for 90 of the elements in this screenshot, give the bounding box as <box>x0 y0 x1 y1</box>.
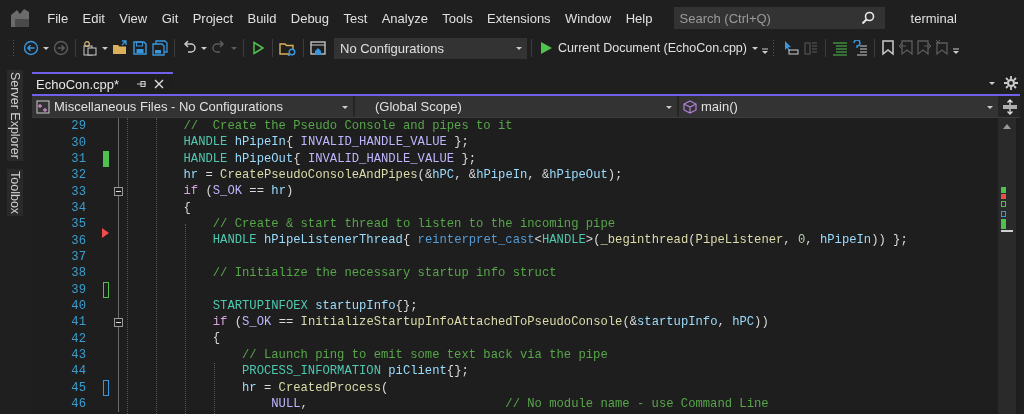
line-number: 34 <box>70 200 86 215</box>
line-number: 40 <box>70 298 86 313</box>
collapse-icon[interactable] <box>114 187 123 197</box>
menu-item[interactable]: Tools <box>435 10 480 26</box>
uncomment-lines-icon[interactable] <box>852 40 868 56</box>
line-number: 44 <box>70 364 86 379</box>
menu-item[interactable]: Edit <box>75 10 113 26</box>
settings-icon[interactable] <box>1004 76 1018 90</box>
new-project-icon[interactable] <box>82 40 98 56</box>
search-icon[interactable] <box>860 11 875 25</box>
menu-item[interactable]: Debug <box>283 10 337 26</box>
line-number: 32 <box>70 168 86 183</box>
logo-icon <box>8 6 32 30</box>
pointer-icon[interactable] <box>783 40 799 56</box>
menu-item[interactable]: View <box>112 10 155 26</box>
code-line: if (S_OK == hr) <box>182 184 294 199</box>
side-tab[interactable]: Toolbox <box>7 168 23 216</box>
scroll-up-icon[interactable] <box>1002 123 1012 131</box>
line-number: 37 <box>70 249 86 264</box>
line-number: 38 <box>70 266 86 281</box>
pin-icon[interactable] <box>135 78 148 90</box>
code-line: // Initialize the necessary startup info struct <box>211 266 557 281</box>
line-number: 42 <box>70 331 86 346</box>
menu-item[interactable]: Project <box>185 10 241 26</box>
line-number: 29 <box>70 119 86 134</box>
close-icon[interactable] <box>153 78 166 90</box>
code-line: HANDLE hPipeIn{ INVALID_HANDLE_VALUE }; <box>182 135 469 150</box>
menu-item[interactable]: Git <box>154 10 186 26</box>
grip-handle[interactable] <box>12 39 15 57</box>
save-all-icon[interactable] <box>152 40 168 56</box>
code-line: { <box>211 331 221 346</box>
side-tab[interactable]: Server Explorer <box>7 70 23 161</box>
line-number: 30 <box>70 135 86 150</box>
play-icon <box>539 41 553 55</box>
line-number: 35 <box>70 217 86 232</box>
project-dropdown[interactable]: Miscellaneous Files - No Configurations <box>32 96 353 117</box>
code-line: // Create & start thread to listen to the incoming pipe <box>211 217 616 232</box>
line-number: 39 <box>70 282 86 297</box>
grip-handle[interactable] <box>772 39 775 57</box>
dropdown-value: main() <box>701 99 739 114</box>
search-field[interactable]: Search (Ctrl+Q) <box>673 7 885 29</box>
line-number: 46 <box>70 397 86 411</box>
split-icon[interactable] <box>1002 98 1018 115</box>
configuration-dropdown[interactable]: No Configurations <box>334 37 527 59</box>
line-number: 36 <box>70 233 86 248</box>
line-number: 31 <box>70 151 86 166</box>
solution-name: terminal <box>910 10 957 26</box>
code-line: hr = CreatedProcess( <box>241 380 389 395</box>
files-icon <box>36 99 50 114</box>
menu-item[interactable]: Test <box>336 10 375 26</box>
folder-icon[interactable] <box>112 40 128 56</box>
window-icon[interactable] <box>310 40 326 56</box>
code-line: PROCESS_INFORMATION piClient{}; <box>241 364 469 379</box>
code-line: HANDLE hPipeOut{ INVALID_HANDLE_VALUE }; <box>182 151 477 166</box>
scope-dropdown[interactable]: (Global Scope) <box>355 96 677 117</box>
menu-item[interactable]: Build <box>240 10 284 26</box>
dropdown-value: (Global Scope) <box>375 99 463 114</box>
menu-item[interactable]: Analyze <box>374 10 436 26</box>
undo-icon[interactable] <box>181 40 197 56</box>
menu-item[interactable]: Window <box>557 10 619 26</box>
bookmark-icon[interactable] <box>881 40 895 56</box>
comment-lines-icon[interactable] <box>832 40 848 56</box>
member-dropdown[interactable]: main() <box>679 96 998 117</box>
play-icon[interactable] <box>250 40 266 56</box>
code-line: // Launch ping to emit some text back via the pipe <box>241 347 608 362</box>
start-button[interactable]: Current Document (EchoCon.cpp) <box>536 39 750 57</box>
save-icon[interactable] <box>132 40 148 56</box>
code-line: hr = CreatePseudoConsoleAndPipes(&hPC, &hPipeIn, &hPipeOut); <box>182 168 623 183</box>
dropdown-value: Miscellaneous Files - No Configurations <box>54 99 285 114</box>
tab-label: EchoCon.cpp* <box>36 76 120 92</box>
folder-search-icon[interactable] <box>279 40 297 56</box>
menu-item[interactable]: File <box>40 10 76 26</box>
cube-icon <box>683 99 697 114</box>
line-number: 45 <box>70 380 86 395</box>
menu-item[interactable]: Help <box>618 10 660 26</box>
document-tab[interactable]: EchoCon.cpp* <box>32 72 174 94</box>
code-line: STARTUPINFOEX startupInfo{}; <box>211 298 418 313</box>
code-line: { <box>182 200 191 215</box>
line-number: 41 <box>70 315 86 330</box>
code-line: NULL, // No module name - use Command Line <box>270 396 769 411</box>
scrollbar[interactable] <box>998 118 1016 414</box>
code-line: // Create the Pseudo Console and pipes to it <box>182 119 513 133</box>
code-line: HANDLE hPipeListenerThread{ reinterpret_cast<HANDLE>(_beginthread(PipeListener, 0, hPipeIn)) }; <box>211 233 908 248</box>
dropdown-value: No Configurations <box>340 40 445 56</box>
line-number: 33 <box>70 184 86 199</box>
change-markers-icon <box>1001 187 1007 229</box>
code-line: if (S_OK == InitializeStartupInfoAttachedToPseudoConsole(&startupInfo, hPC)) <box>211 315 769 330</box>
line-number: 43 <box>70 348 86 362</box>
menu-item[interactable]: Extensions <box>479 10 558 26</box>
collapse-icon[interactable] <box>114 317 123 327</box>
